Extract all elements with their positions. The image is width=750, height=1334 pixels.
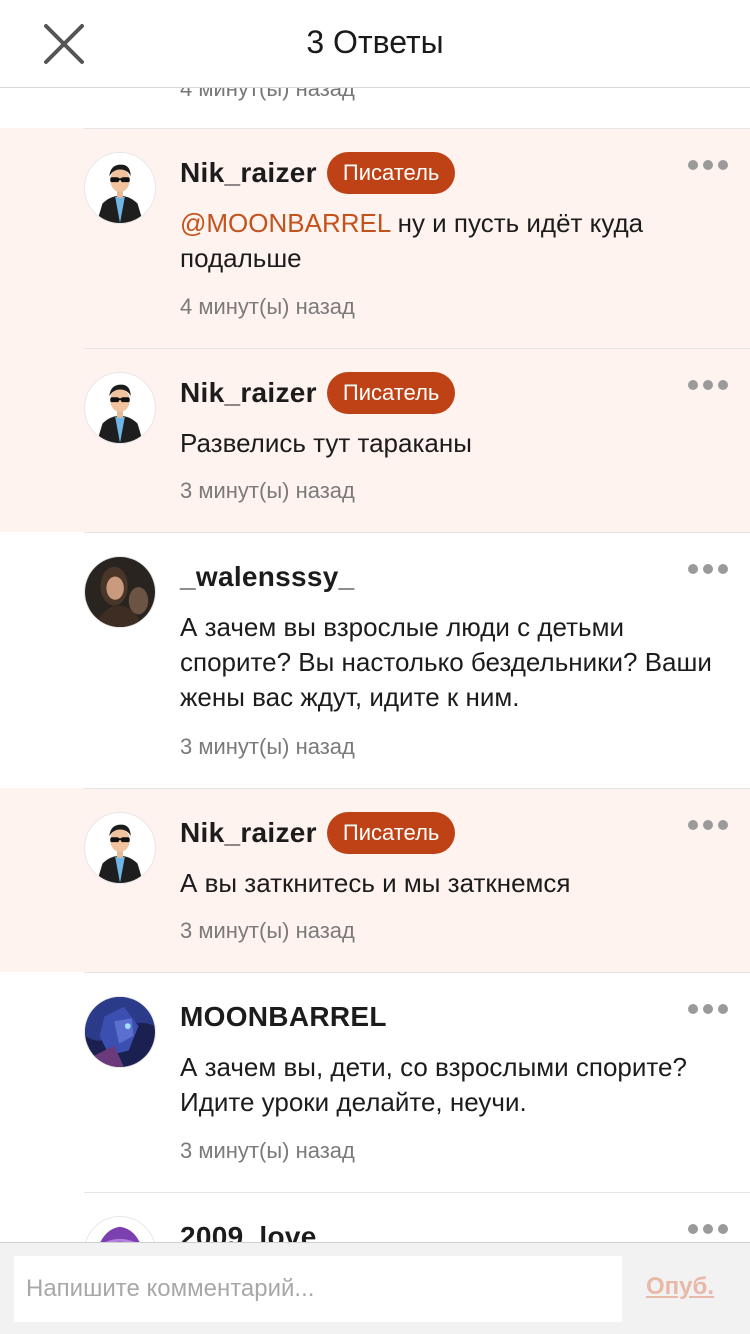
avatar[interactable] (84, 1216, 156, 1242)
publish-button[interactable]: Опуб. (646, 1273, 714, 1301)
divider (84, 1192, 750, 1193)
comment-header: Nik_raizer Писатель (180, 152, 456, 194)
username[interactable]: _walensssy_ (180, 556, 355, 598)
comment-text: А зачем вы, дети, со взрослыми спорите? … (180, 1052, 687, 1117)
man-sunglasses-avatar-icon (85, 813, 155, 883)
comment-timestamp: 3 минут(ы) назад (180, 1138, 355, 1163)
comment-header: Nik_raizer Писатель (180, 372, 456, 414)
comment-header: _walensssy_ (180, 556, 355, 598)
comment-timestamp: 4 минут(ы) назад (180, 88, 355, 101)
avatar[interactable] (84, 996, 156, 1068)
comment-input[interactable] (14, 1256, 622, 1322)
username[interactable]: MOONBARREL (180, 996, 387, 1038)
comment-item: _walensssy_ А зачем вы взрослые люди с д… (0, 532, 750, 788)
more-options-icon[interactable] (688, 378, 728, 392)
man-sunglasses-avatar-icon (85, 373, 155, 443)
comment-header: 2009_love (180, 1216, 317, 1242)
page-title: 3 Ответы (306, 24, 444, 60)
avatar[interactable] (84, 556, 156, 628)
username[interactable]: 2009_love (180, 1216, 317, 1242)
writer-badge: Писатель (326, 152, 456, 194)
divider (84, 972, 750, 973)
writer-badge: Писатель (326, 372, 456, 414)
comment-item: 2009_love (0, 1192, 750, 1242)
more-options-icon[interactable] (688, 1222, 728, 1236)
man-sunglasses-avatar-icon (85, 153, 155, 223)
mention-link[interactable]: @MOONBARREL (180, 208, 390, 238)
divider (84, 532, 750, 533)
comment-header: MOONBARREL (180, 996, 387, 1038)
writer-badge: Писатель (326, 812, 456, 854)
username[interactable]: Nik_raizer (180, 817, 317, 849)
more-options-icon[interactable] (688, 1002, 728, 1016)
comment-text: Развелись тут тараканы (180, 428, 472, 458)
comment-timestamp: 4 минут(ы) назад (180, 294, 355, 319)
comment-composer: Опуб. (0, 1242, 750, 1334)
avatar[interactable] (84, 152, 156, 224)
header-bar: 3 Ответы (0, 0, 750, 88)
divider (84, 128, 750, 129)
comment-timestamp: 3 минут(ы) назад (180, 478, 355, 503)
more-options-icon[interactable] (688, 818, 728, 832)
comment-timestamp: 3 минут(ы) назад (180, 734, 355, 759)
comment-item: MOONBARREL А зачем вы, дети, со взрослым… (0, 972, 750, 1192)
comment-header: Nik_raizer Писатель (180, 812, 456, 854)
comment-item: Nik_raizer Писатель Развелись тут тарака… (0, 348, 750, 532)
woman-photo-avatar-icon (85, 557, 155, 627)
username[interactable]: Nik_raizer (180, 377, 317, 409)
divider (84, 348, 750, 349)
more-options-icon[interactable] (688, 562, 728, 576)
purple-hood-avatar-icon (85, 1217, 155, 1242)
more-options-icon[interactable] (688, 158, 728, 172)
comment-text: @MOONBARREL ну и пусть идёт куда подальш… (180, 208, 644, 273)
comment-timestamp: 3 минут(ы) назад (180, 918, 355, 943)
avatar[interactable] (84, 372, 156, 444)
avatar[interactable] (84, 812, 156, 884)
comment-item: Nik_raizer Писатель А вы заткнитесь и мы… (0, 788, 750, 972)
username[interactable]: Nik_raizer (180, 157, 317, 189)
replies-list[interactable]: 4 минут(ы) назад Nik_raizer Писатель @MO… (0, 88, 750, 1242)
comment-text: А зачем вы взрослые люди с детьми спорит… (180, 612, 712, 712)
divider (84, 788, 750, 789)
anime-avatar-icon (85, 997, 155, 1067)
comment-item: Nik_raizer Писатель @MOONBARREL ну и пус… (0, 128, 750, 348)
comment-text: А вы заткнитесь и мы заткнемся (180, 868, 571, 898)
